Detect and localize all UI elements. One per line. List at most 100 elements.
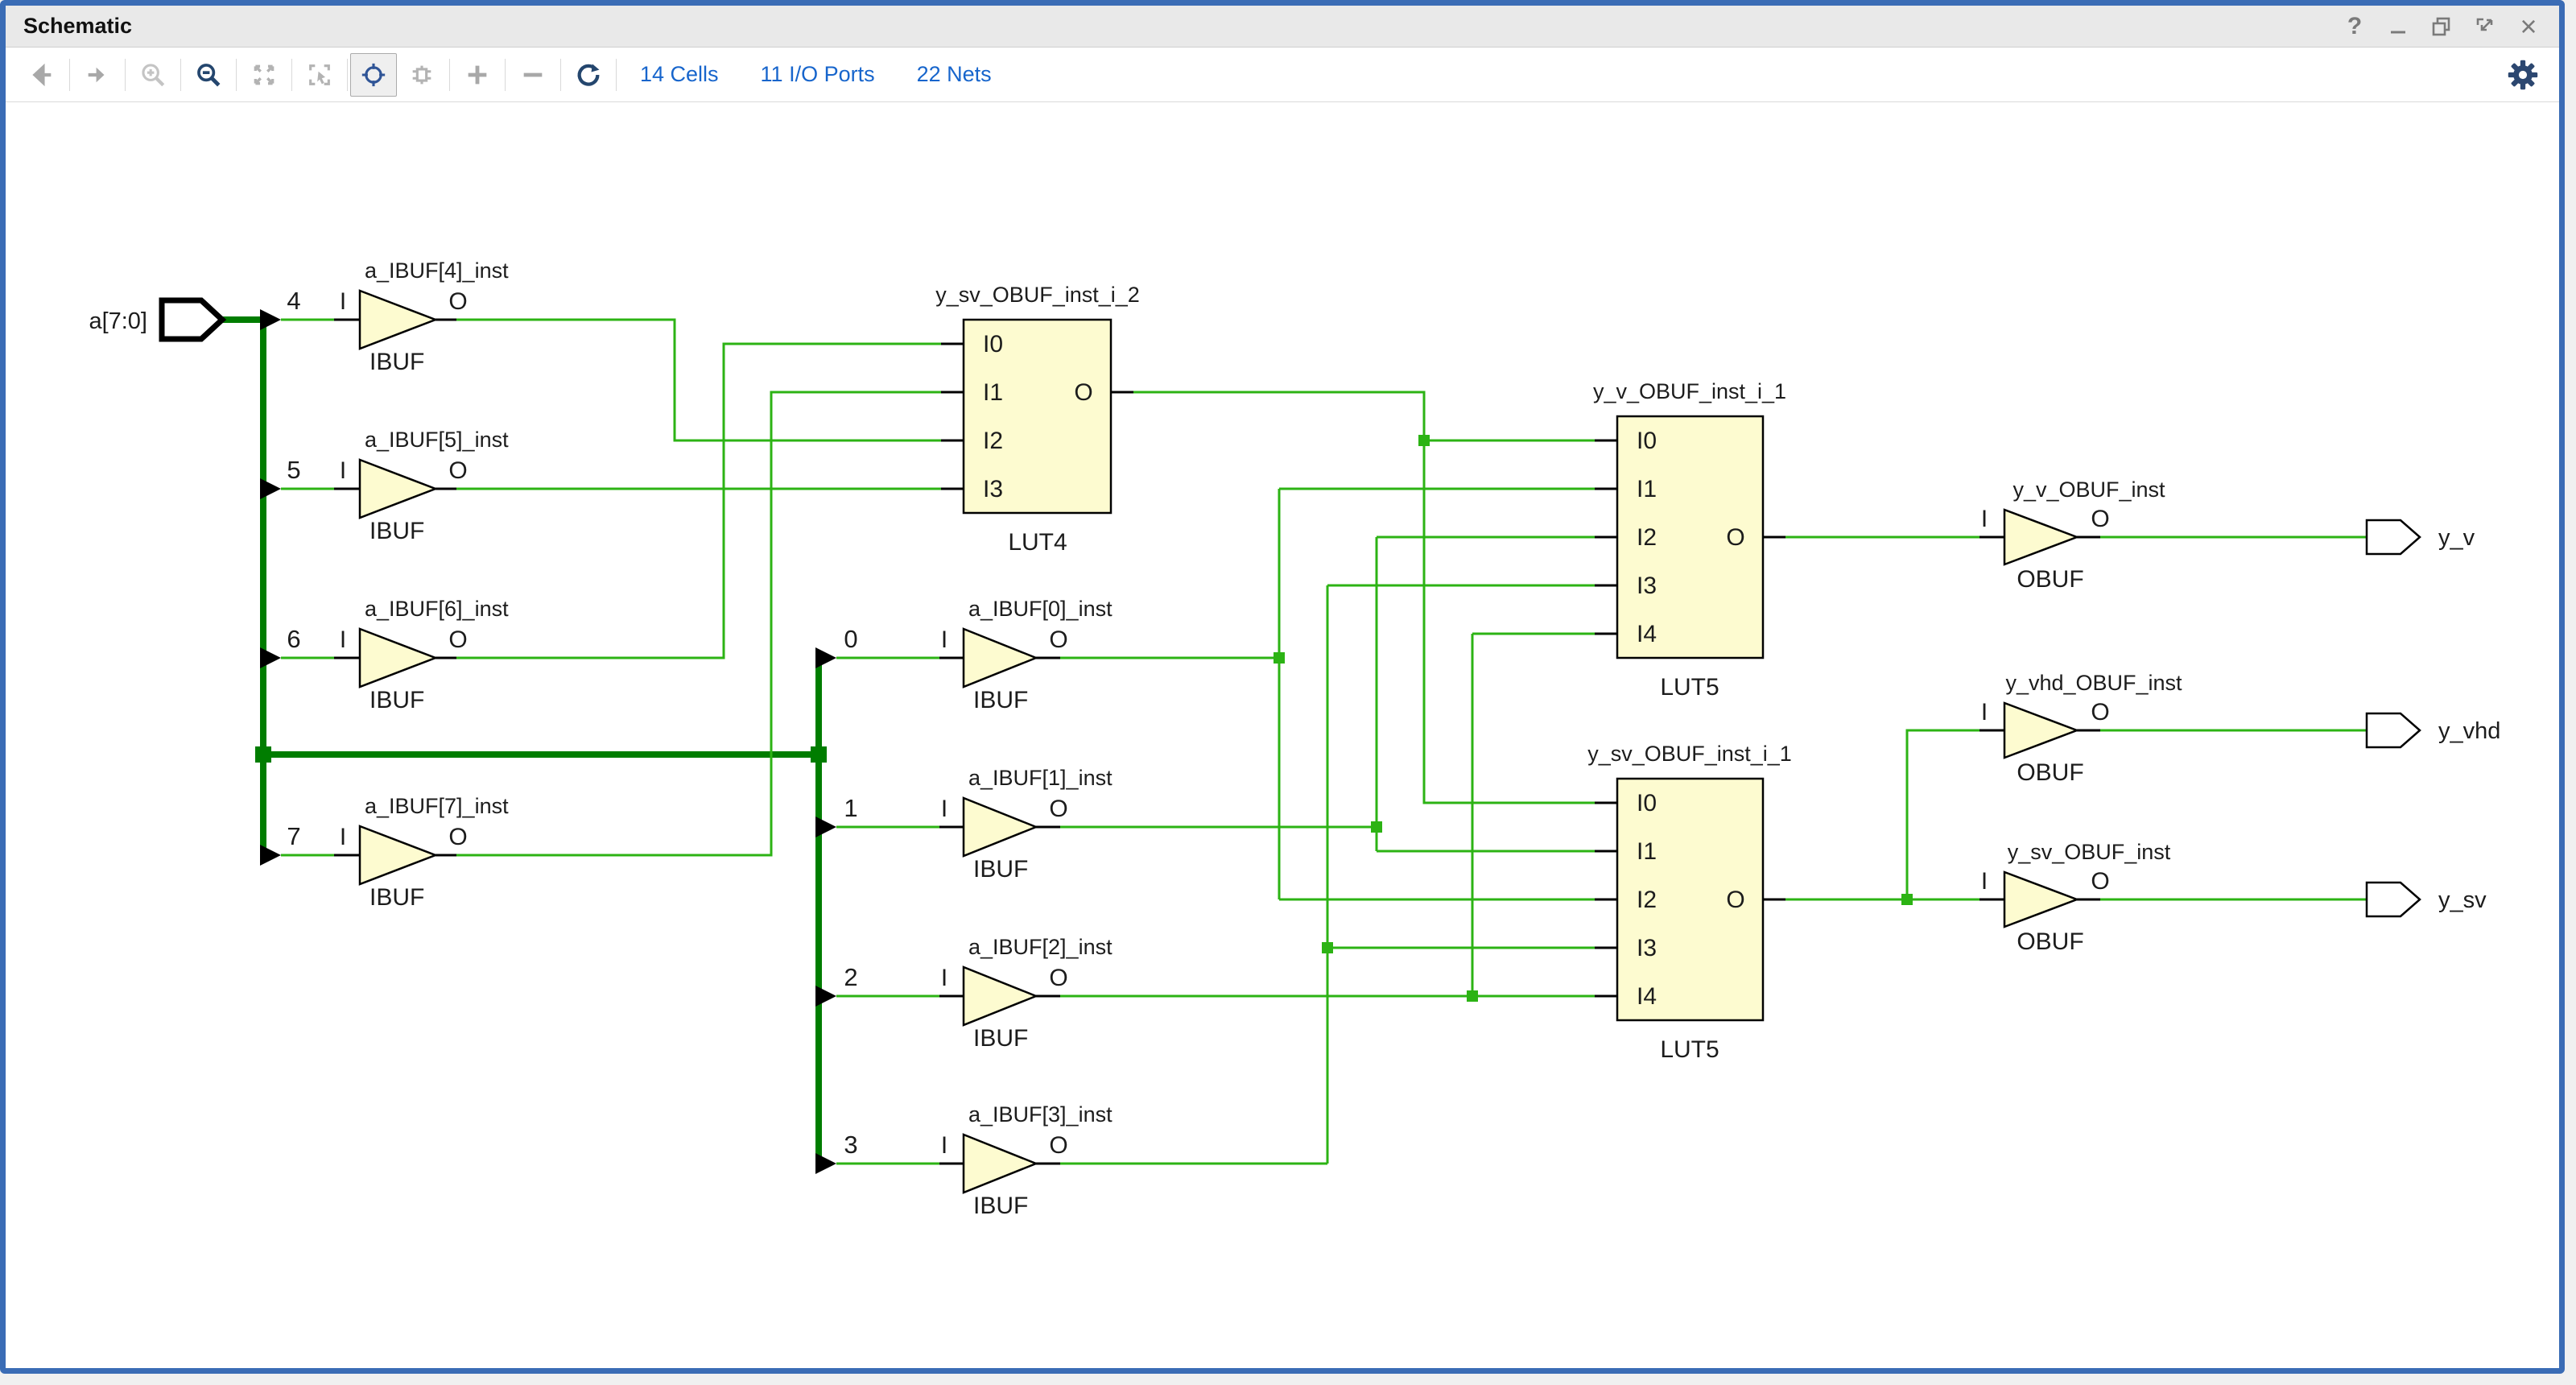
net-junction — [1901, 894, 1913, 905]
output-port-shape[interactable] — [2367, 520, 2420, 554]
net-junction — [1371, 821, 1382, 833]
nets-link[interactable]: 22 Nets — [917, 62, 992, 87]
schematic-canvas[interactable]: a[7:0] 4 I O a_IBUF[4]_inst IBUF 5 I O a… — [6, 6, 2565, 1374]
bus-tap-arrow-bit6 — [260, 647, 281, 668]
cell-name: y_sv_OBUF_inst_i_1 — [1587, 742, 1792, 766]
float-icon[interactable] — [2469, 10, 2501, 43]
bus-tap-arrow-bit5 — [260, 478, 281, 499]
cell-a-ibuf6[interactable]: 6 I O a_IBUF[6]_inst IBUF — [287, 597, 509, 713]
zoom-fit-button[interactable] — [239, 52, 289, 97]
help-icon[interactable]: ? — [2339, 10, 2371, 43]
cell-a-ibuf5[interactable]: 5 I O a_IBUF[5]_inst IBUF — [287, 428, 509, 544]
io-ports-link[interactable]: 11 I/O Ports — [761, 62, 875, 87]
autofit-selection-button[interactable] — [350, 53, 397, 97]
toolbar-separator — [560, 59, 561, 91]
refresh-button[interactable] — [564, 52, 613, 97]
cell-name: a_IBUF[1]_inst — [968, 766, 1113, 790]
pin-label-i: I — [941, 965, 947, 991]
minimize-icon[interactable] — [2382, 10, 2414, 43]
ibuf-symbol[interactable] — [360, 629, 436, 687]
add-button[interactable] — [452, 52, 502, 97]
bus-a-left[interactable] — [222, 320, 263, 855]
pin-label-i1: I1 — [1637, 838, 1657, 865]
pin-label-i0: I0 — [1637, 428, 1657, 454]
zoom-out-button[interactable] — [184, 52, 233, 97]
restore-icon[interactable] — [2425, 10, 2458, 43]
pin-label-o: O — [2091, 506, 2109, 532]
cell-lut4[interactable]: y_sv_OBUF_inst_i_2 LUT4 I0 I1 I2 I3 O — [935, 283, 1140, 556]
cell-a-ibuf3[interactable]: 3 I O a_IBUF[3]_inst IBUF — [844, 1102, 1113, 1219]
output-port-shape[interactable] — [2367, 883, 2420, 916]
cell-a-ibuf2[interactable]: 2 I O a_IBUF[2]_inst IBUF — [844, 935, 1113, 1052]
cell-name: a_IBUF[2]_inst — [968, 935, 1113, 959]
zoom-in-button[interactable] — [128, 52, 178, 97]
cell-a-ibuf0[interactable]: 0 I O a_IBUF[0]_inst IBUF — [844, 597, 1113, 713]
toolbar-separator — [347, 59, 348, 91]
cell-lut5-ysv[interactable]: y_sv_OBUF_inst_i_1 LUT5 I0 I1 I2 I3 I4 O — [1587, 742, 1792, 1063]
output-port-shape[interactable] — [2367, 713, 2420, 747]
pin-label-o: O — [448, 288, 467, 315]
ibuf-symbol[interactable] — [360, 291, 436, 349]
ibuf-symbol[interactable] — [360, 460, 436, 518]
obuf-symbol[interactable] — [2004, 703, 2077, 758]
forward-button[interactable] — [72, 52, 122, 97]
ibuf-symbol[interactable] — [964, 629, 1036, 687]
ibuf-symbol[interactable] — [964, 798, 1036, 856]
pin-label-i2: I2 — [983, 428, 1003, 454]
toolbar-separator — [616, 59, 617, 91]
cell-a-ibuf1[interactable]: 1 I O a_IBUF[1]_inst IBUF — [844, 766, 1113, 883]
back-button[interactable] — [17, 52, 67, 97]
output-port-label: y_sv — [2438, 887, 2487, 913]
toolbar-separator — [505, 59, 506, 91]
output-port-ysv[interactable]: y_sv — [2367, 883, 2487, 916]
ibuf-symbol[interactable] — [964, 1135, 1036, 1193]
pin-label-i: I — [1981, 699, 1988, 726]
ibuf-symbol[interactable] — [360, 826, 436, 884]
output-port-yvhd[interactable]: y_vhd — [2367, 713, 2500, 747]
cell-type: IBUF — [973, 1193, 1028, 1219]
toolbar-separator — [449, 59, 450, 91]
output-port-yv[interactable]: y_v — [2367, 520, 2475, 554]
toolbar: 14 Cells 11 I/O Ports 22 Nets — [6, 48, 2559, 102]
cell-type: IBUF — [369, 518, 424, 544]
bus-index-label: 4 — [287, 287, 300, 315]
close-icon[interactable]: × — [2512, 10, 2545, 43]
titlebar: Schematic ? × — [6, 6, 2559, 48]
cell-a-ibuf4[interactable]: 4 I O a_IBUF[4]_inst IBUF — [287, 258, 509, 375]
pin-label-i: I — [941, 796, 947, 822]
cell-obuf-ysv[interactable]: I O y_sv_OBUF_inst OBUF — [1979, 840, 2171, 955]
cells-link[interactable]: 14 Cells — [640, 62, 719, 87]
settings-button[interactable] — [2508, 60, 2559, 90]
net-lut4-o[interactable] — [1133, 392, 1595, 803]
bus-junction — [255, 746, 271, 763]
bus-index-label: 2 — [844, 963, 857, 991]
cell-a-ibuf7[interactable]: 7 I O a_IBUF[7]_inst IBUF — [287, 794, 509, 911]
pin-label-o: O — [1049, 796, 1067, 822]
net-a-ibuf4[interactable] — [456, 320, 941, 440]
net-a-ibuf7[interactable] — [456, 392, 941, 855]
cell-type: IBUF — [369, 349, 424, 375]
net-junction — [1418, 435, 1430, 446]
cell-type: LUT4 — [1008, 529, 1067, 556]
cell-name: a_IBUF[7]_inst — [365, 794, 509, 818]
remove-button[interactable] — [508, 52, 558, 97]
cell-obuf-yvhd[interactable]: I O y_vhd_OBUF_inst OBUF — [1979, 671, 2182, 786]
obuf-symbol[interactable] — [2004, 872, 2077, 927]
cell-lut5-yv[interactable]: y_v_OBUF_inst_i_1 LUT5 I0 I1 I2 I3 I4 O — [1593, 379, 1786, 701]
obuf-symbol[interactable] — [2004, 510, 2077, 564]
zoom-selection-button[interactable] — [295, 52, 345, 97]
bus-tap-arrow-bit0 — [815, 647, 836, 668]
cell-type: LUT5 — [1660, 1036, 1719, 1063]
panel-title: Schematic — [6, 14, 132, 39]
pin-label-i: I — [941, 1132, 947, 1159]
net-ysv[interactable] — [1907, 730, 1979, 899]
input-port-a[interactable]: a[7:0] — [89, 300, 222, 339]
pin-label-i3: I3 — [1637, 935, 1657, 961]
bus-tap-arrow-bit2 — [815, 986, 836, 1007]
expand-cone-button[interactable] — [397, 52, 447, 97]
pin-label-o: O — [448, 626, 467, 653]
bus-tap-arrow-bit4 — [260, 309, 281, 330]
ibuf-symbol[interactable] — [964, 967, 1036, 1025]
cell-obuf-yv[interactable]: I O y_v_OBUF_inst OBUF — [1979, 478, 2165, 593]
input-port-shape[interactable] — [162, 300, 222, 339]
